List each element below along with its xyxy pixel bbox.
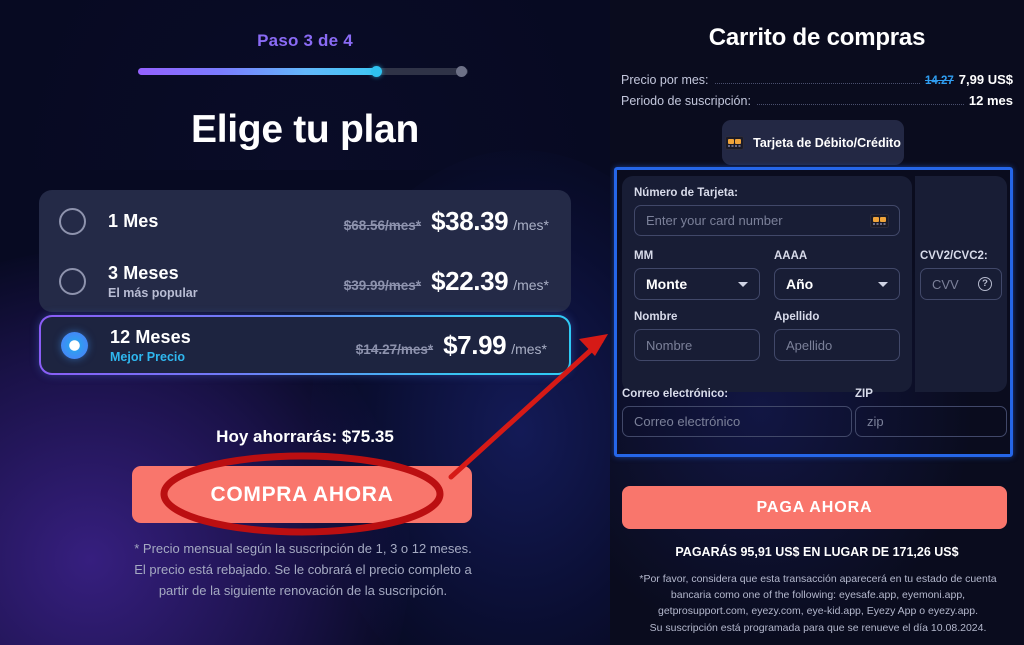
email-label: Correo electrónico: [622, 388, 729, 400]
payment-method-tab-card[interactable]: Tarjeta de Débito/Crédito [722, 120, 904, 165]
field-group-first-name: Nombre Nombre [634, 311, 760, 361]
screenshot-root: Paso 3 de 4 Elige tu plan 1 Mes $68.56/m… [0, 0, 1024, 645]
plan-subtitle: Mejor Precio [110, 349, 186, 364]
plan-selection-panel: Paso 3 de 4 Elige tu plan 1 Mes $68.56/m… [0, 0, 610, 645]
cvv-input[interactable]: CVV ? [920, 268, 1002, 300]
summary-value: 12 mes [968, 93, 1013, 108]
shopping-cart-panel: Carrito de compras Precio por mes: 14.27… [610, 0, 1024, 645]
summary-value: 7,99 US$ [958, 72, 1013, 87]
billing-disclaimer: *Por favor, considera que esta transacci… [639, 573, 997, 617]
month-select[interactable]: Monte [634, 268, 760, 300]
plan-name: 12 Meses [110, 326, 191, 347]
plan-old-price: $68.56/mes* [343, 218, 422, 233]
plan-name: 3 Meses [108, 263, 179, 283]
year-select[interactable]: Año [774, 268, 900, 300]
plan-prices-1-mes: $68.56/mes* $38.39 /mes* [344, 206, 549, 237]
total-price-note: PAGARÁS 95,91 US$ EN LUGAR DE 171,26 US$ [675, 545, 959, 559]
last-name-label: Apellido [774, 311, 820, 323]
plan-name: 1 Mes [108, 211, 159, 231]
field-group-zip: ZIP zip [855, 388, 1007, 437]
plan-subtitle: El más popular [108, 286, 198, 300]
plan-option-12-meses[interactable]: 12 Meses Mejor Precio $14.27/mes* $7.99 … [39, 315, 571, 375]
summary-label: Periodo de suscripción: [621, 94, 751, 108]
chevron-down-icon [878, 282, 888, 287]
cvv-label: CVV2/CVC2: [920, 250, 988, 262]
field-group-last-name: Apellido Apellido [774, 311, 900, 361]
field-group-card-number: Número de Tarjeta: Enter your card numbe… [634, 187, 900, 236]
cart-title: Carrito de compras [708, 24, 926, 51]
credit-card-icon [870, 213, 889, 228]
dotted-leader [756, 96, 964, 105]
pricing-footnote: * Precio mensual según la suscripción de… [134, 541, 472, 598]
year-label: AAAA [774, 250, 808, 262]
plan-list: 1 Mes $68.56/mes* $38.39 /mes* 3 Meses E… [39, 190, 571, 375]
savings-label: Hoy ahorrarás: $75.35 [216, 427, 394, 446]
plan-option-3-meses[interactable]: 3 Meses El más popular $39.99/mes* $22.3… [39, 251, 571, 312]
payment-method-label: Tarjeta de Débito/Crédito [753, 135, 901, 150]
plan-group-unselected: 1 Mes $68.56/mes* $38.39 /mes* 3 Meses E… [39, 190, 571, 312]
progress-fill [138, 68, 378, 75]
plan-labels-1-mes: 1 Mes [108, 211, 344, 232]
first-name-placeholder: Nombre [646, 337, 693, 353]
summary-row-price-per-month: Precio por mes: 14.27 7,99 US$ [621, 66, 1013, 87]
plan-labels-12-meses: 12 Meses Mejor Precio [110, 327, 356, 364]
field-group-year: AAAA Año [774, 250, 900, 300]
email-placeholder: Correo electrónico [634, 414, 741, 429]
chevron-down-icon [738, 282, 748, 287]
plan-option-1-mes[interactable]: 1 Mes $68.56/mes* $38.39 /mes* [39, 190, 571, 251]
zip-label: ZIP [855, 388, 873, 400]
year-value: Año [786, 276, 814, 292]
first-name-input[interactable]: Nombre [634, 329, 760, 361]
plan-price: $38.39 [431, 206, 509, 236]
card-number-placeholder: Enter your card number [646, 213, 783, 228]
cart-summary: Precio por mes: 14.27 7,99 US$ Periodo d… [621, 66, 1013, 108]
plan-price-period: /mes* [511, 340, 547, 357]
cvv-placeholder: CVV [932, 276, 959, 292]
summary-old-value: 14.27 [925, 75, 954, 87]
credit-card-icon [725, 135, 745, 150]
progress-current-knob[interactable] [371, 66, 382, 77]
plan-price-period: /mes* [513, 217, 549, 233]
radio-icon-3-meses[interactable] [59, 268, 86, 295]
month-label: MM [634, 250, 654, 262]
progress-end-knob[interactable] [456, 66, 467, 77]
plan-old-price: $14.27/mes* [355, 341, 434, 357]
zip-placeholder: zip [867, 414, 884, 429]
field-group-cvv: CVV2/CVC2: CVV ? [920, 250, 1002, 300]
card-number-input[interactable]: Enter your card number [634, 205, 900, 236]
email-input[interactable]: Correo electrónico [622, 406, 852, 437]
summary-row-subscription-period: Periodo de suscripción: 12 mes [621, 87, 1013, 108]
radio-icon-1-mes[interactable] [59, 208, 86, 235]
plan-prices-3-meses: $39.99/mes* $22.39 /mes* [344, 266, 549, 297]
field-group-email: Correo electrónico: Correo electrónico [622, 388, 852, 437]
plan-price: $7.99 [443, 329, 507, 360]
plan-old-price: $39.99/mes* [343, 278, 422, 293]
step-progress-bar[interactable] [138, 66, 468, 77]
card-number-label: Número de Tarjeta: [634, 187, 738, 199]
page-title: Elige tu plan [191, 108, 419, 151]
pay-now-button[interactable]: PAGA AHORA [622, 486, 1007, 529]
field-group-month: MM Monte [634, 250, 760, 300]
step-indicator-label: Paso 3 de 4 [257, 31, 353, 50]
last-name-placeholder: Apellido [786, 337, 833, 353]
zip-input[interactable]: zip [855, 406, 1007, 437]
summary-label: Precio por mes: [621, 73, 709, 87]
help-question-icon[interactable]: ? [978, 277, 992, 291]
dotted-leader [714, 75, 921, 84]
radio-icon-12-meses[interactable] [61, 331, 88, 359]
plan-labels-3-meses: 3 Meses El más popular [108, 263, 344, 300]
plan-price-period: /mes* [513, 277, 549, 293]
plan-prices-12-meses: $14.27/mes* $7.99 /mes* [356, 330, 547, 361]
plan-price: $22.39 [431, 266, 509, 296]
month-value: Monte [646, 276, 688, 292]
last-name-input[interactable]: Apellido [774, 329, 900, 361]
buy-now-button[interactable]: COMPRA AHORA [132, 466, 472, 523]
first-name-label: Nombre [634, 311, 678, 323]
renewal-note: Su suscripción está programada para que … [649, 622, 987, 634]
